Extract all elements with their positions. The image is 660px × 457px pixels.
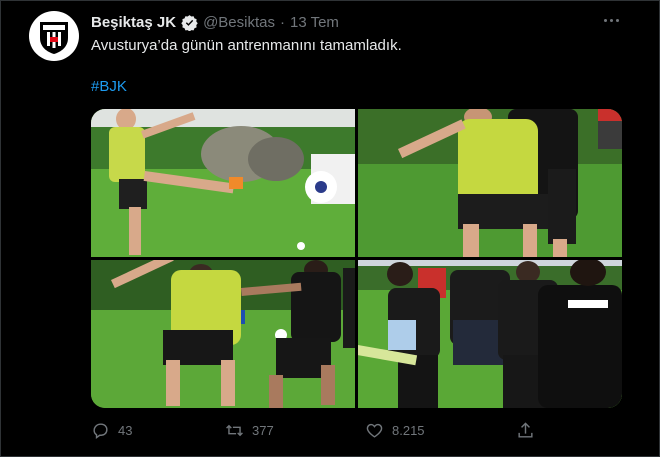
heart-icon <box>366 423 383 438</box>
reply-count: 43 <box>118 423 133 438</box>
retweet-icon <box>226 424 243 437</box>
share-icon <box>518 422 533 438</box>
more-options-icon[interactable] <box>598 9 624 31</box>
hashtag-link[interactable]: #BJK <box>91 78 127 95</box>
author-name[interactable]: Beşiktaş JK <box>91 14 176 31</box>
photo-player-in-bib[interactable] <box>358 109 622 257</box>
retweet-button[interactable]: 377 <box>225 421 274 440</box>
verified-badge-icon <box>181 14 198 31</box>
share-button[interactable] <box>516 421 535 440</box>
separator-dot: · <box>279 13 285 31</box>
tweet-actions: 43 377 8.215 <box>91 421 551 443</box>
photo-player-kicking[interactable] <box>91 109 355 257</box>
reply-icon <box>93 423 108 440</box>
reply-button[interactable]: 43 <box>91 421 132 440</box>
retweet-count: 377 <box>252 423 274 438</box>
besiktas-crest-icon <box>40 22 68 54</box>
author-handle[interactable]: @Besiktas <box>203 14 275 31</box>
profile-avatar[interactable] <box>29 11 79 61</box>
timestamp[interactable]: 13 Tem <box>290 14 339 31</box>
photo-group-players[interactable] <box>358 260 622 408</box>
tweet-text: Avusturya’da günün antrenmanını tamamlad… <box>91 37 402 54</box>
like-count: 8.215 <box>392 423 425 438</box>
photo-two-players[interactable] <box>91 260 355 408</box>
media-grid <box>91 109 622 408</box>
like-button[interactable]: 8.215 <box>365 421 425 440</box>
tweet-header: Beşiktaş JK @Besiktas · 13 Tem <box>91 12 339 32</box>
